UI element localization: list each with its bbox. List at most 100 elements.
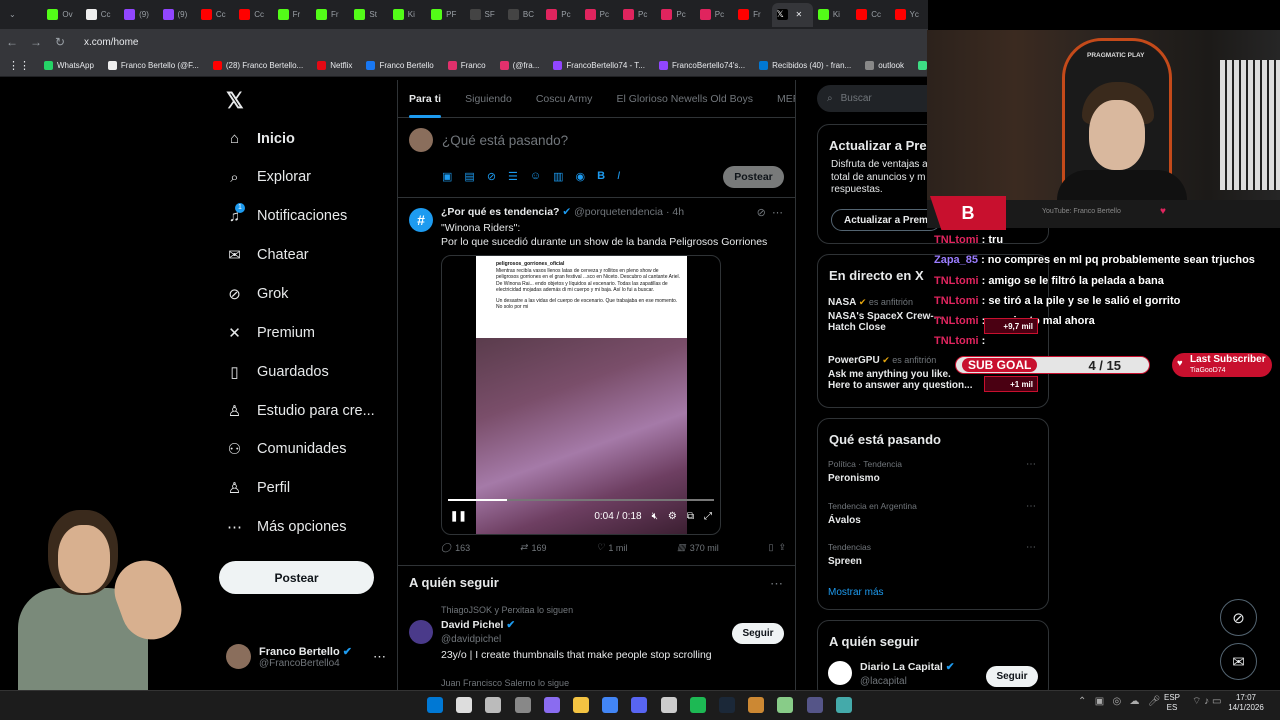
clock[interactable]: 17:07 14/1/2026: [1226, 693, 1266, 713]
bookmark[interactable]: Franco Bertello (@F...: [107, 61, 199, 70]
nav-item-perfil[interactable]: ♙ Perfil: [226, 479, 290, 497]
trend-name[interactable]: Ávalos: [828, 515, 861, 526]
taskview-icon[interactable]: [485, 697, 502, 713]
more-icon[interactable]: ⋯: [1026, 501, 1036, 512]
bookmark[interactable]: (@fra...: [499, 61, 539, 70]
italic-icon[interactable]: I: [617, 170, 620, 183]
reload-icon[interactable]: ↻: [48, 35, 72, 49]
browser-tab[interactable]: (9): [119, 3, 157, 27]
browser-tab[interactable]: Fr: [273, 3, 311, 27]
x-logo-icon[interactable]: 𝕏: [226, 88, 244, 114]
bookmark[interactable]: (28) Franco Bertello...: [212, 61, 303, 70]
bookmark[interactable]: FrancoBertello74 - T...: [553, 61, 645, 70]
nav-item-inicio[interactable]: ⌂ Inicio: [226, 130, 295, 147]
chrome-icon[interactable]: [602, 697, 619, 713]
trend-name[interactable]: Spreen: [828, 556, 862, 567]
browser-tab[interactable]: BC: [503, 3, 541, 27]
video-progress-bar[interactable]: [448, 499, 714, 501]
mute-icon[interactable]: 🔇︎: [652, 511, 658, 522]
location-icon[interactable]: ◉: [576, 170, 586, 183]
avatar[interactable]: [409, 620, 433, 644]
search-icon[interactable]: [456, 697, 473, 713]
browser-tab[interactable]: Cc: [81, 3, 119, 27]
premium-button[interactable]: Actualizar a Prem: [831, 209, 941, 231]
suggestion-handle[interactable]: @davidpichel: [441, 634, 501, 645]
nav-item-guardados[interactable]: ▯ Guardados: [226, 363, 328, 381]
nav-item-estudio-para-cre[interactable]: ♙ Estudio para cre...: [226, 402, 375, 420]
tab-list-button[interactable]: ⌄: [4, 3, 42, 27]
app-icon[interactable]: [543, 697, 560, 713]
back-icon[interactable]: ←: [0, 35, 24, 49]
nav-item-grok[interactable]: ⊘ Grok: [226, 285, 288, 303]
grok-icon[interactable]: ⊘: [757, 207, 766, 219]
bookmark[interactable]: outlook: [865, 61, 904, 70]
tweet-handle[interactable]: @porquetendencia: [574, 206, 663, 218]
bookmark[interactable]: WhatsApp: [44, 61, 94, 70]
browser-tab[interactable]: Pc: [618, 3, 656, 27]
fullscreen-icon[interactable]: ⤢: [704, 511, 712, 522]
pause-icon[interactable]: ❚❚: [450, 511, 467, 522]
repost-button[interactable]: ⇄ 169: [520, 542, 547, 553]
close-icon[interactable]: ✕: [796, 10, 803, 19]
browser-tab[interactable]: Ki: [813, 3, 851, 27]
tweet-time[interactable]: · 4h: [666, 206, 684, 218]
tab-el-glorioso-newells-old-boys[interactable]: El Glorioso Newells Old Boys: [616, 93, 753, 105]
browser-tab[interactable]: Fr: [733, 3, 771, 27]
browser-tab[interactable]: Pc: [695, 3, 733, 27]
browser-tab[interactable]: Ki: [388, 3, 426, 27]
gif-icon[interactable]: ▤: [464, 170, 474, 183]
discord-icon[interactable]: [631, 697, 648, 713]
like-button[interactable]: ♡ 1 mil: [596, 542, 627, 553]
compose-post-button[interactable]: Postear: [723, 166, 784, 188]
browser-tab[interactable]: SF: [465, 3, 503, 27]
app4-icon[interactable]: [806, 697, 823, 713]
grok-icon[interactable]: ⊘: [1220, 599, 1257, 636]
video-player[interactable]: peligrosos_gorriones_oficial Mientras re…: [441, 255, 721, 535]
more-icon[interactable]: ⋯: [770, 576, 783, 592]
browser-tab[interactable]: Pc: [580, 3, 618, 27]
tab-coscu-army[interactable]: Coscu Army: [536, 93, 593, 105]
network-icon[interactable]: ⌔ ♪ ▭: [1192, 697, 1221, 707]
live-item[interactable]: NASA ✔ es anfitrión NASA's SpaceX Crew-.…: [828, 297, 942, 333]
browser-tab[interactable]: Pc: [541, 3, 579, 27]
trend-name[interactable]: Peronismo: [828, 473, 880, 484]
spotify-icon[interactable]: [689, 697, 706, 713]
tab-para-ti[interactable]: Para ti: [409, 93, 442, 118]
compose-input[interactable]: ¿Qué está pasando?: [442, 133, 568, 148]
nav-item-explorar[interactable]: ⌕ Explorar: [226, 169, 311, 186]
bookmark-button[interactable]: ▯ ⇪: [769, 542, 787, 553]
suggestion-name[interactable]: David Pichel ✔: [441, 619, 515, 631]
bookmark[interactable]: Franco Bertello: [366, 61, 434, 70]
language-indicator[interactable]: ESP ES: [1164, 693, 1180, 713]
suggestion-handle[interactable]: @lacapital: [860, 676, 907, 687]
browser-tab[interactable]: Yc: [890, 3, 928, 27]
browser-tab[interactable]: PF: [426, 3, 464, 27]
explorer-icon[interactable]: [573, 697, 589, 713]
trend-avatar-icon[interactable]: #: [409, 208, 433, 232]
browser-tab[interactable]: St: [349, 3, 387, 27]
app5-icon[interactable]: [835, 697, 852, 713]
bookmark[interactable]: FrancoBertello74's...: [658, 61, 745, 70]
steam-icon[interactable]: [719, 697, 735, 713]
bookmark[interactable]: Recibidos (40) - fran...: [759, 61, 851, 70]
nav-item-notificaciones[interactable]: ♫ 1 Notificaciones: [226, 202, 347, 225]
show-more-link[interactable]: Mostrar más: [828, 587, 884, 598]
bookmark[interactable]: Netflix: [317, 61, 352, 70]
browser-tab[interactable]: Cc: [196, 3, 234, 27]
messages-icon[interactable]: ✉: [1220, 643, 1257, 680]
poll-icon[interactable]: ☰: [508, 170, 518, 183]
account-switcher[interactable]: Franco Bertello ✔ @FrancoBertello4 ⋯: [226, 644, 386, 669]
more-icon[interactable]: ⋯: [373, 649, 386, 665]
browser-tab[interactable]: Pc: [656, 3, 694, 27]
reply-button[interactable]: ◯ 163: [441, 542, 470, 553]
views-button[interactable]: ▥ 370 mil: [677, 542, 719, 553]
follow-button[interactable]: Seguir: [986, 666, 1038, 687]
browser-tab[interactable]: Fr: [311, 3, 349, 27]
browser-tab[interactable]: Ov: [42, 3, 80, 27]
apps-grid-icon[interactable]: ⋮⋮: [8, 59, 30, 72]
settings-icon[interactable]: ⚙: [668, 511, 677, 522]
bold-icon[interactable]: B: [597, 170, 605, 183]
pip-icon[interactable]: ⧉: [687, 511, 694, 522]
emoji-icon[interactable]: ☺: [530, 170, 541, 183]
nav-item-m-s-opciones[interactable]: ⋯ Más opciones: [226, 518, 346, 536]
